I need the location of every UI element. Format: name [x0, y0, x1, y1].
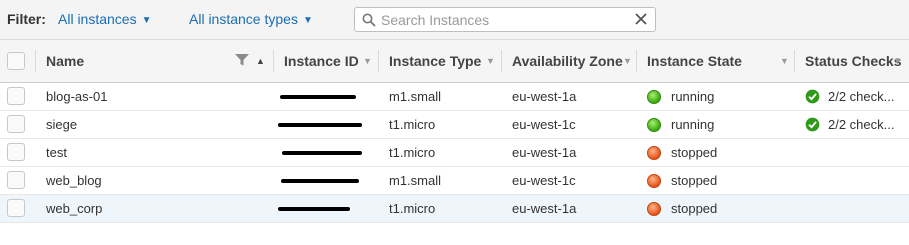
instance-state-text: running	[671, 117, 715, 133]
search-icon	[362, 13, 376, 27]
sort-caret-icon[interactable]: ▼	[363, 56, 372, 66]
sort-ascending-icon[interactable]: ▲	[256, 56, 265, 66]
sort-caret-icon[interactable]: ▼	[486, 56, 495, 66]
row-checkbox[interactable]	[7, 115, 25, 133]
column-header-label: Instance State	[647, 52, 742, 69]
green-dot-icon	[647, 89, 661, 104]
status-checks-cell	[795, 138, 909, 167]
column-header-availability-zone[interactable]: Availability Zone ▼	[502, 40, 637, 83]
table-row[interactable]: web_blog m1.small eu-west-1c stopped	[0, 166, 909, 195]
table-row[interactable]: web_corp t1.micro eu-west-1a stopped	[0, 194, 909, 223]
table-row[interactable]: test t1.micro eu-west-1a stopped	[0, 138, 909, 167]
table-row[interactable]: siege t1.micro eu-west-1c running 2/2 ch…	[0, 110, 909, 139]
instance-type-cell: t1.micro	[379, 138, 502, 167]
instance-state-cell: running	[637, 110, 795, 139]
red-dot-icon	[647, 201, 661, 216]
availability-zone-cell: eu-west-1c	[502, 166, 637, 195]
column-header-label: Status Checks	[805, 52, 902, 69]
instance-state-text: running	[671, 89, 715, 105]
instance-state-text: stopped	[671, 145, 718, 161]
instance-id-cell	[274, 138, 379, 167]
instance-types-filter-dropdown[interactable]: All instance types ▼	[189, 11, 313, 27]
chevron-down-icon: ▼	[302, 15, 313, 26]
instance-state-text: stopped	[671, 173, 718, 189]
search-input[interactable]	[379, 10, 629, 29]
status-checks-cell: 2/2 check...	[795, 82, 909, 111]
chevron-down-icon: ▼	[141, 15, 152, 26]
green-dot-icon	[647, 117, 661, 132]
instance-type-cell: m1.small	[379, 166, 502, 195]
instance-id-cell	[274, 82, 379, 111]
instance-state-cell: stopped	[637, 138, 795, 167]
instance-state-text: stopped	[671, 201, 718, 217]
funnel-icon[interactable]	[234, 52, 250, 68]
instance-id-cell	[274, 110, 379, 139]
select-all-header	[0, 40, 36, 83]
instances-table: Name ▲ Instance ID ▼ Instance Type ▼ Ava…	[0, 40, 909, 223]
column-header-instance-id[interactable]: Instance ID ▼	[274, 40, 379, 83]
column-header-label: Availability Zone	[512, 52, 623, 69]
instance-type-cell: t1.micro	[379, 110, 502, 139]
instances-filter-label: All instances	[58, 11, 137, 27]
status-checks-cell	[795, 166, 909, 195]
column-header-status-checks[interactable]: Status Checks ▼	[795, 40, 909, 83]
close-icon[interactable]	[635, 13, 647, 25]
instance-types-filter-label: All instance types	[189, 11, 298, 27]
availability-zone-cell: eu-west-1c	[502, 110, 637, 139]
row-checkbox[interactable]	[7, 87, 25, 105]
instance-name-cell: siege	[36, 110, 274, 139]
instances-filter-dropdown[interactable]: All instances ▼	[58, 11, 152, 27]
column-header-label: Name	[46, 52, 85, 69]
row-checkbox[interactable]	[7, 171, 25, 189]
instance-state-cell: running	[637, 82, 795, 111]
row-checkbox[interactable]	[7, 143, 25, 161]
table-row[interactable]: blog-as-01 m1.small eu-west-1a running 2…	[0, 82, 909, 111]
row-checkbox[interactable]	[7, 199, 25, 217]
column-header-label: Instance ID	[284, 52, 359, 69]
filter-label: Filter:	[7, 11, 46, 27]
status-checks-cell	[795, 194, 909, 223]
redaction-mark	[280, 95, 356, 100]
instance-name-cell: web_blog	[36, 166, 274, 195]
checkmark-circle-icon	[805, 89, 820, 104]
sort-caret-icon[interactable]: ▼	[780, 56, 789, 66]
instance-id-cell	[274, 166, 379, 195]
redaction-mark	[278, 207, 350, 212]
red-dot-icon	[647, 173, 661, 188]
sort-caret-icon[interactable]: ▼	[623, 56, 632, 66]
status-checks-cell: 2/2 check...	[795, 110, 909, 139]
filter-bar: Filter: All instances ▼ All instance type…	[0, 0, 909, 40]
status-checks-text: 2/2 check...	[828, 89, 895, 105]
column-header-instance-type[interactable]: Instance Type ▼	[379, 40, 502, 83]
instance-name-cell: web_corp	[36, 194, 274, 223]
availability-zone-cell: eu-west-1a	[502, 82, 637, 111]
redaction-mark	[281, 179, 359, 184]
column-header-name[interactable]: Name ▲	[36, 40, 274, 83]
instance-state-cell: stopped	[637, 194, 795, 223]
redaction-mark	[282, 151, 362, 156]
instance-type-cell: m1.small	[379, 82, 502, 111]
instance-name-cell: test	[36, 138, 274, 167]
redaction-mark	[278, 123, 362, 128]
instance-state-cell: stopped	[637, 166, 795, 195]
column-header-instance-state[interactable]: Instance State ▼	[637, 40, 795, 83]
select-all-checkbox[interactable]	[7, 51, 25, 70]
instance-type-cell: t1.micro	[379, 194, 502, 223]
red-dot-icon	[647, 145, 661, 160]
availability-zone-cell: eu-west-1a	[502, 138, 637, 167]
sort-caret-icon[interactable]: ▼	[893, 56, 902, 66]
instance-id-cell	[274, 194, 379, 223]
table-header-row: Name ▲ Instance ID ▼ Instance Type ▼ Ava…	[0, 40, 909, 83]
column-header-label: Instance Type	[389, 52, 482, 69]
status-checks-text: 2/2 check...	[828, 117, 895, 133]
availability-zone-cell: eu-west-1a	[502, 194, 637, 223]
search-box	[354, 7, 656, 32]
checkmark-circle-icon	[805, 117, 820, 132]
instance-name-cell: blog-as-01	[36, 82, 274, 111]
